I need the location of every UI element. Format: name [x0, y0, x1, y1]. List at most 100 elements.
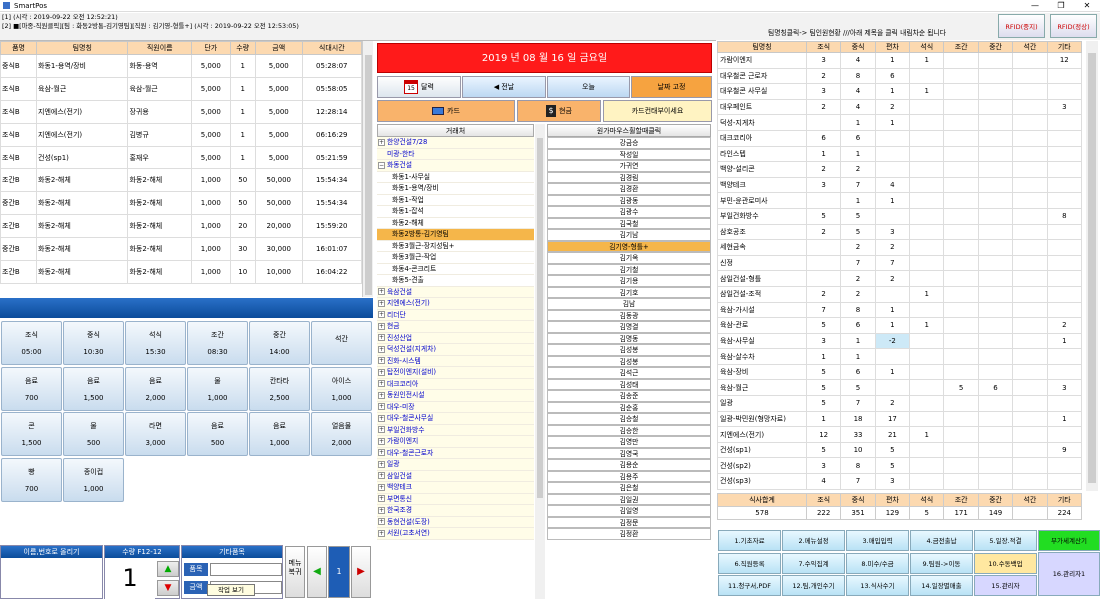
team-row[interactable]: 라인스텝 1 1: [717, 145, 1083, 163]
tree-child-item[interactable]: 화동1-작업: [377, 194, 534, 206]
expand-icon[interactable]: +: [378, 529, 385, 537]
orders-col-header[interactable]: 단가: [191, 41, 231, 55]
staff-item[interactable]: 김일영: [547, 505, 711, 517]
tree-child-item[interactable]: 화동5-견출: [377, 275, 534, 287]
function-button[interactable]: 5.일장.적결: [974, 530, 1037, 551]
function-button[interactable]: 13.식사수기: [846, 575, 909, 596]
tree-group-item[interactable]: + 대크코리아: [377, 378, 534, 390]
staff-item[interactable]: 강금승: [547, 137, 711, 149]
order-row[interactable]: 조간B 화동2-해체 화동2-해체 1,000 20 20,000 15:59:20: [0, 214, 363, 239]
function-button[interactable]: 2.메뉴설정: [782, 530, 845, 551]
tree-group-item[interactable]: + 리더단: [377, 309, 534, 321]
orders-col-header[interactable]: 수량: [229, 41, 256, 55]
staff-item[interactable]: 김기호: [547, 286, 711, 298]
tree-group-item[interactable]: + 대우-철콘사무실: [377, 413, 534, 425]
product-button[interactable]: 콘 1,500: [1, 412, 62, 456]
tree-group-item[interactable]: + 백양테크: [377, 482, 534, 494]
order-row[interactable]: 조간B 화동2-해체 화동2-해체 1,000 10 10,000 16:04:22: [0, 260, 363, 284]
function-button[interactable]: 9.팀원->이동: [910, 552, 973, 574]
expand-icon[interactable]: +: [378, 380, 385, 387]
next-page-button[interactable]: ▶: [351, 546, 371, 598]
prev-page-button[interactable]: ◀: [307, 546, 327, 598]
orders-col-header[interactable]: 식대시간: [301, 41, 363, 55]
team-row[interactable]: 덕성-지게차 1 1: [717, 114, 1083, 131]
orders-col-header[interactable]: 품명: [0, 41, 38, 55]
expand-icon[interactable]: +: [378, 437, 385, 445]
team-col-header[interactable]: 석간: [1012, 41, 1048, 53]
function-button[interactable]: 7.수익집계: [782, 552, 845, 574]
staff-item[interactable]: 김경림: [547, 171, 711, 183]
product-button[interactable]: 음료 2,000: [125, 366, 186, 411]
tree-group-item[interactable]: + 현금: [377, 321, 534, 333]
team-row[interactable]: 건성(sp1) 5 10 5 9: [717, 441, 1083, 459]
team-row[interactable]: 육삼-관로 5 6 1 1 2: [717, 317, 1083, 334]
tree-group-item[interactable]: + 부면통신: [377, 493, 534, 505]
tree-group-item[interactable]: + 진화-시스템: [377, 355, 534, 367]
team-col-header[interactable]: 조식: [805, 41, 842, 53]
tree-group-item[interactable]: − 화동건설: [377, 160, 534, 172]
orders-col-header[interactable]: 직원이름: [127, 41, 193, 55]
expand-icon[interactable]: +: [378, 506, 385, 514]
staff-item[interactable]: 김기용: [547, 275, 711, 287]
staff-item[interactable]: 김명결: [547, 321, 711, 333]
staff-item[interactable]: 김기영-형틀+: [547, 240, 711, 252]
staff-item[interactable]: 김남: [547, 298, 711, 310]
order-row[interactable]: 중간B 화동2-해체 화동2-해체 1,000 30 30,000 16:01:07: [0, 237, 363, 262]
product-button[interactable]: 음료 1,000: [249, 412, 310, 456]
tree-group-item[interactable]: + 대우-미장: [377, 401, 534, 413]
order-row[interactable]: 조간B 화동2-해체 화동2-해체 1,000 50 50,000 15:54:34: [0, 168, 363, 193]
expand-icon[interactable]: +: [378, 311, 385, 318]
expand-icon[interactable]: +: [378, 460, 385, 468]
expand-icon[interactable]: +: [378, 414, 385, 422]
function-button[interactable]: 16.관리자1: [1038, 552, 1100, 596]
tree-group-item[interactable]: + 일광: [377, 459, 534, 471]
product-button[interactable]: 물 1,000: [187, 366, 248, 411]
function-button[interactable]: 14.일장별매출: [910, 575, 973, 596]
staff-item[interactable]: 김국철: [547, 217, 711, 229]
team-row[interactable]: 부민-윤관로미사 1 1: [717, 192, 1083, 209]
team-row[interactable]: 삼일건설-형틀 2 2: [717, 270, 1083, 287]
product-button[interactable]: 조간 08:30: [187, 321, 248, 365]
tree-group-item[interactable]: + 지엔에스(전기): [377, 298, 534, 310]
order-row[interactable]: 조식B 지엔에스(전기) 김병규 5,000 1 5,000 06:16:29: [0, 122, 363, 147]
item-input[interactable]: [210, 563, 282, 576]
calendar-button[interactable]: 15 달력: [377, 76, 461, 98]
product-button[interactable]: 음료 700: [1, 366, 62, 411]
tree-group-item[interactable]: + 대우-철콘근로자: [377, 447, 534, 459]
tree-group-item[interactable]: + 동원인전시설: [377, 390, 534, 402]
amount-button[interactable]: 금액: [184, 581, 208, 594]
expand-icon[interactable]: +: [378, 357, 385, 364]
team-row[interactable]: 대크코리아 6 6: [717, 129, 1083, 147]
product-button[interactable]: 음료 500: [187, 412, 248, 456]
tree-group-item[interactable]: 미광-한타: [377, 148, 534, 160]
order-row[interactable]: 조식B 육삼-월근 육삼-월근 5,000 1 5,000 05:58:05: [0, 76, 363, 101]
staff-item[interactable]: 김일권: [547, 493, 711, 505]
staff-item[interactable]: 김기옥: [547, 252, 711, 264]
expand-icon[interactable]: +: [378, 299, 385, 307]
staff-item[interactable]: 작성일: [547, 148, 711, 160]
quantity-value[interactable]: 1: [105, 559, 155, 599]
function-button[interactable]: 11.청구서,PDF: [718, 575, 781, 596]
fix-date-button[interactable]: 날짜 고정: [631, 76, 712, 98]
tree-group-item[interactable]: + 한국조경: [377, 505, 534, 517]
team-row[interactable]: 신정 7 7: [717, 254, 1083, 272]
collapse-icon[interactable]: −: [378, 161, 385, 169]
team-row[interactable]: 일광 5 7 2: [717, 395, 1083, 412]
tree-group-item[interactable]: + 가람이엔지: [377, 436, 534, 448]
minimize-button[interactable]: —: [1022, 0, 1048, 12]
product-button[interactable]: 물 500: [63, 412, 124, 456]
maximize-button[interactable]: ❐: [1048, 0, 1074, 12]
tree-group-item[interactable]: + 탑전이엔지(설비): [377, 367, 534, 379]
staff-item[interactable]: 김성봉: [547, 344, 711, 356]
product-button[interactable]: 빵 700: [1, 457, 62, 502]
quantity-down-button[interactable]: ▼: [157, 580, 179, 596]
team-col-header[interactable]: 중간: [977, 41, 1014, 53]
order-row[interactable]: 중간B 화동2-해체 화동2-해체 1,000 50 50,000 15:54:34: [0, 191, 363, 216]
tree-child-item[interactable]: 화동3월근-작업: [377, 252, 534, 264]
product-button[interactable]: 칸타타 2,500: [249, 366, 310, 411]
menu-return-button[interactable]: 메뉴 복귀: [285, 546, 305, 598]
function-button[interactable]: 1.기초자료: [718, 530, 781, 551]
team-col-header[interactable]: 편차: [874, 41, 911, 53]
expand-icon[interactable]: +: [378, 426, 385, 433]
tree-group-item[interactable]: + 서원(고초서연): [377, 528, 534, 540]
